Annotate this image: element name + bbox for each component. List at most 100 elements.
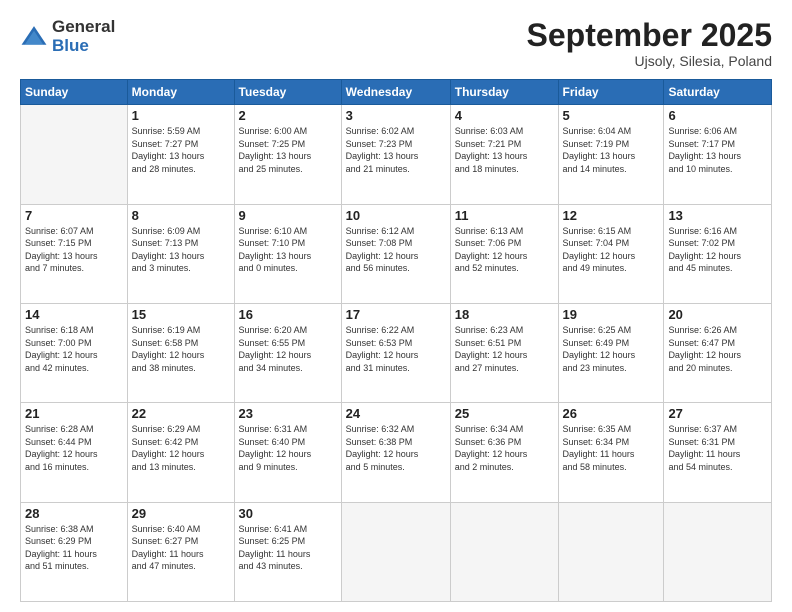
day-number: 8 bbox=[132, 208, 230, 223]
day-info: Sunrise: 6:38 AM Sunset: 6:29 PM Dayligh… bbox=[25, 523, 123, 573]
table-row: 21 Sunrise: 6:28 AM Sunset: 6:44 PM Dayli… bbox=[21, 403, 128, 502]
day-number: 12 bbox=[563, 208, 660, 223]
table-row: 5Sunrise: 6:04 AM Sunset: 7:19 PM Daylig… bbox=[558, 105, 664, 204]
day-info: Sunrise: 6:13 AM Sunset: 7:06 PM Dayligh… bbox=[455, 225, 554, 275]
day-number: 29 bbox=[132, 506, 230, 521]
table-row: 24 Sunrise: 6:32 AM Sunset: 6:38 PM Dayli… bbox=[341, 403, 450, 502]
month-title: September 2025 bbox=[527, 18, 772, 53]
table-row: 11 Sunrise: 6:13 AM Sunset: 7:06 PM Dayli… bbox=[450, 204, 558, 303]
table-row bbox=[450, 502, 558, 601]
day-info: Sunrise: 6:12 AM Sunset: 7:08 PM Dayligh… bbox=[346, 225, 446, 275]
header-sunday: Sunday bbox=[21, 80, 128, 105]
day-number: 30 bbox=[239, 506, 337, 521]
table-row: 12Sunrise: 6:15 AM Sunset: 7:04 PM Dayli… bbox=[558, 204, 664, 303]
day-number: 9 bbox=[239, 208, 337, 223]
day-info: Sunrise: 6:31 AM Sunset: 6:40 PM Dayligh… bbox=[239, 423, 337, 473]
day-info: Sunrise: 6:20 AM Sunset: 6:55 PM Dayligh… bbox=[239, 324, 337, 374]
day-number: 23 bbox=[239, 406, 337, 421]
table-row: 6 Sunrise: 6:06 AM Sunset: 7:17 PM Daylig… bbox=[664, 105, 772, 204]
header-wednesday: Wednesday bbox=[341, 80, 450, 105]
table-row: 16Sunrise: 6:20 AM Sunset: 6:55 PM Dayli… bbox=[234, 303, 341, 402]
day-number: 1 bbox=[132, 108, 230, 123]
day-number: 26 bbox=[563, 406, 660, 421]
table-row: 28 Sunrise: 6:38 AM Sunset: 6:29 PM Dayli… bbox=[21, 502, 128, 601]
title-block: September 2025 Ujsoly, Silesia, Poland bbox=[527, 18, 772, 69]
day-info: Sunrise: 6:06 AM Sunset: 7:17 PM Dayligh… bbox=[668, 125, 767, 175]
logo-icon bbox=[20, 23, 48, 51]
header-saturday: Saturday bbox=[664, 80, 772, 105]
table-row: 29 Sunrise: 6:40 AM Sunset: 6:27 PM Dayli… bbox=[127, 502, 234, 601]
header-friday: Friday bbox=[558, 80, 664, 105]
calendar-week-row: 1 Sunrise: 5:59 AM Sunset: 7:27 PM Daylig… bbox=[21, 105, 772, 204]
day-number: 13 bbox=[668, 208, 767, 223]
day-info: Sunrise: 6:35 AM Sunset: 6:34 PM Dayligh… bbox=[563, 423, 660, 473]
table-row: 8 Sunrise: 6:09 AM Sunset: 7:13 PM Daylig… bbox=[127, 204, 234, 303]
table-row: 3 Sunrise: 6:02 AM Sunset: 7:23 PM Daylig… bbox=[341, 105, 450, 204]
day-info: Sunrise: 6:37 AM Sunset: 6:31 PM Dayligh… bbox=[668, 423, 767, 473]
day-info: Sunrise: 6:04 AM Sunset: 7:19 PM Dayligh… bbox=[563, 125, 660, 175]
day-number: 7 bbox=[25, 208, 123, 223]
day-number: 27 bbox=[668, 406, 767, 421]
day-number: 6 bbox=[668, 108, 767, 123]
table-row: 30 Sunrise: 6:41 AM Sunset: 6:25 PM Dayli… bbox=[234, 502, 341, 601]
header-tuesday: Tuesday bbox=[234, 80, 341, 105]
day-info: Sunrise: 6:19 AM Sunset: 6:58 PM Dayligh… bbox=[132, 324, 230, 374]
logo-general: General bbox=[52, 18, 115, 37]
table-row: 14Sunrise: 6:18 AM Sunset: 7:00 PM Dayli… bbox=[21, 303, 128, 402]
table-row: 13 Sunrise: 6:16 AM Sunset: 7:02 PM Dayli… bbox=[664, 204, 772, 303]
day-number: 22 bbox=[132, 406, 230, 421]
day-number: 17 bbox=[346, 307, 446, 322]
table-row: 22 Sunrise: 6:29 AM Sunset: 6:42 PM Dayli… bbox=[127, 403, 234, 502]
day-info: Sunrise: 6:09 AM Sunset: 7:13 PM Dayligh… bbox=[132, 225, 230, 275]
day-info: Sunrise: 6:23 AM Sunset: 6:51 PM Dayligh… bbox=[455, 324, 554, 374]
day-info: Sunrise: 6:07 AM Sunset: 7:15 PM Dayligh… bbox=[25, 225, 123, 275]
location: Ujsoly, Silesia, Poland bbox=[527, 53, 772, 69]
header: General Blue September 2025 Ujsoly, Sile… bbox=[20, 18, 772, 69]
day-info: Sunrise: 6:22 AM Sunset: 6:53 PM Dayligh… bbox=[346, 324, 446, 374]
calendar: Sunday Monday Tuesday Wednesday Thursday… bbox=[20, 79, 772, 602]
day-number: 4 bbox=[455, 108, 554, 123]
day-number: 3 bbox=[346, 108, 446, 123]
logo: General Blue bbox=[20, 18, 115, 55]
day-number: 18 bbox=[455, 307, 554, 322]
day-info: Sunrise: 6:40 AM Sunset: 6:27 PM Dayligh… bbox=[132, 523, 230, 573]
day-number: 10 bbox=[346, 208, 446, 223]
day-number: 25 bbox=[455, 406, 554, 421]
day-info: Sunrise: 6:16 AM Sunset: 7:02 PM Dayligh… bbox=[668, 225, 767, 275]
day-info: Sunrise: 6:00 AM Sunset: 7:25 PM Dayligh… bbox=[239, 125, 337, 175]
header-thursday: Thursday bbox=[450, 80, 558, 105]
day-number: 14 bbox=[25, 307, 123, 322]
day-info: Sunrise: 6:10 AM Sunset: 7:10 PM Dayligh… bbox=[239, 225, 337, 275]
calendar-week-row: 7 Sunrise: 6:07 AM Sunset: 7:15 PM Daylig… bbox=[21, 204, 772, 303]
table-row: 25Sunrise: 6:34 AM Sunset: 6:36 PM Dayli… bbox=[450, 403, 558, 502]
table-row bbox=[341, 502, 450, 601]
table-row: 1 Sunrise: 5:59 AM Sunset: 7:27 PM Daylig… bbox=[127, 105, 234, 204]
table-row: 18 Sunrise: 6:23 AM Sunset: 6:51 PM Dayli… bbox=[450, 303, 558, 402]
day-info: Sunrise: 6:26 AM Sunset: 6:47 PM Dayligh… bbox=[668, 324, 767, 374]
day-info: Sunrise: 6:29 AM Sunset: 6:42 PM Dayligh… bbox=[132, 423, 230, 473]
day-number: 19 bbox=[563, 307, 660, 322]
day-number: 24 bbox=[346, 406, 446, 421]
day-info: Sunrise: 6:28 AM Sunset: 6:44 PM Dayligh… bbox=[25, 423, 123, 473]
day-number: 2 bbox=[239, 108, 337, 123]
day-info: Sunrise: 6:32 AM Sunset: 6:38 PM Dayligh… bbox=[346, 423, 446, 473]
calendar-week-row: 21 Sunrise: 6:28 AM Sunset: 6:44 PM Dayli… bbox=[21, 403, 772, 502]
day-info: Sunrise: 6:41 AM Sunset: 6:25 PM Dayligh… bbox=[239, 523, 337, 573]
day-info: Sunrise: 6:02 AM Sunset: 7:23 PM Dayligh… bbox=[346, 125, 446, 175]
table-row: 19 Sunrise: 6:25 AM Sunset: 6:49 PM Dayli… bbox=[558, 303, 664, 402]
day-number: 21 bbox=[25, 406, 123, 421]
table-row: 4Sunrise: 6:03 AM Sunset: 7:21 PM Daylig… bbox=[450, 105, 558, 204]
logo-blue: Blue bbox=[52, 37, 115, 56]
day-number: 15 bbox=[132, 307, 230, 322]
table-row: 10 Sunrise: 6:12 AM Sunset: 7:08 PM Dayli… bbox=[341, 204, 450, 303]
table-row: 7 Sunrise: 6:07 AM Sunset: 7:15 PM Daylig… bbox=[21, 204, 128, 303]
day-info: Sunrise: 5:59 AM Sunset: 7:27 PM Dayligh… bbox=[132, 125, 230, 175]
day-number: 28 bbox=[25, 506, 123, 521]
calendar-week-row: 14Sunrise: 6:18 AM Sunset: 7:00 PM Dayli… bbox=[21, 303, 772, 402]
table-row: 17 Sunrise: 6:22 AM Sunset: 6:53 PM Dayli… bbox=[341, 303, 450, 402]
day-info: Sunrise: 6:25 AM Sunset: 6:49 PM Dayligh… bbox=[563, 324, 660, 374]
day-number: 11 bbox=[455, 208, 554, 223]
table-row: 23 Sunrise: 6:31 AM Sunset: 6:40 PM Dayli… bbox=[234, 403, 341, 502]
table-row: 20Sunrise: 6:26 AM Sunset: 6:47 PM Dayli… bbox=[664, 303, 772, 402]
calendar-week-row: 28 Sunrise: 6:38 AM Sunset: 6:29 PM Dayli… bbox=[21, 502, 772, 601]
